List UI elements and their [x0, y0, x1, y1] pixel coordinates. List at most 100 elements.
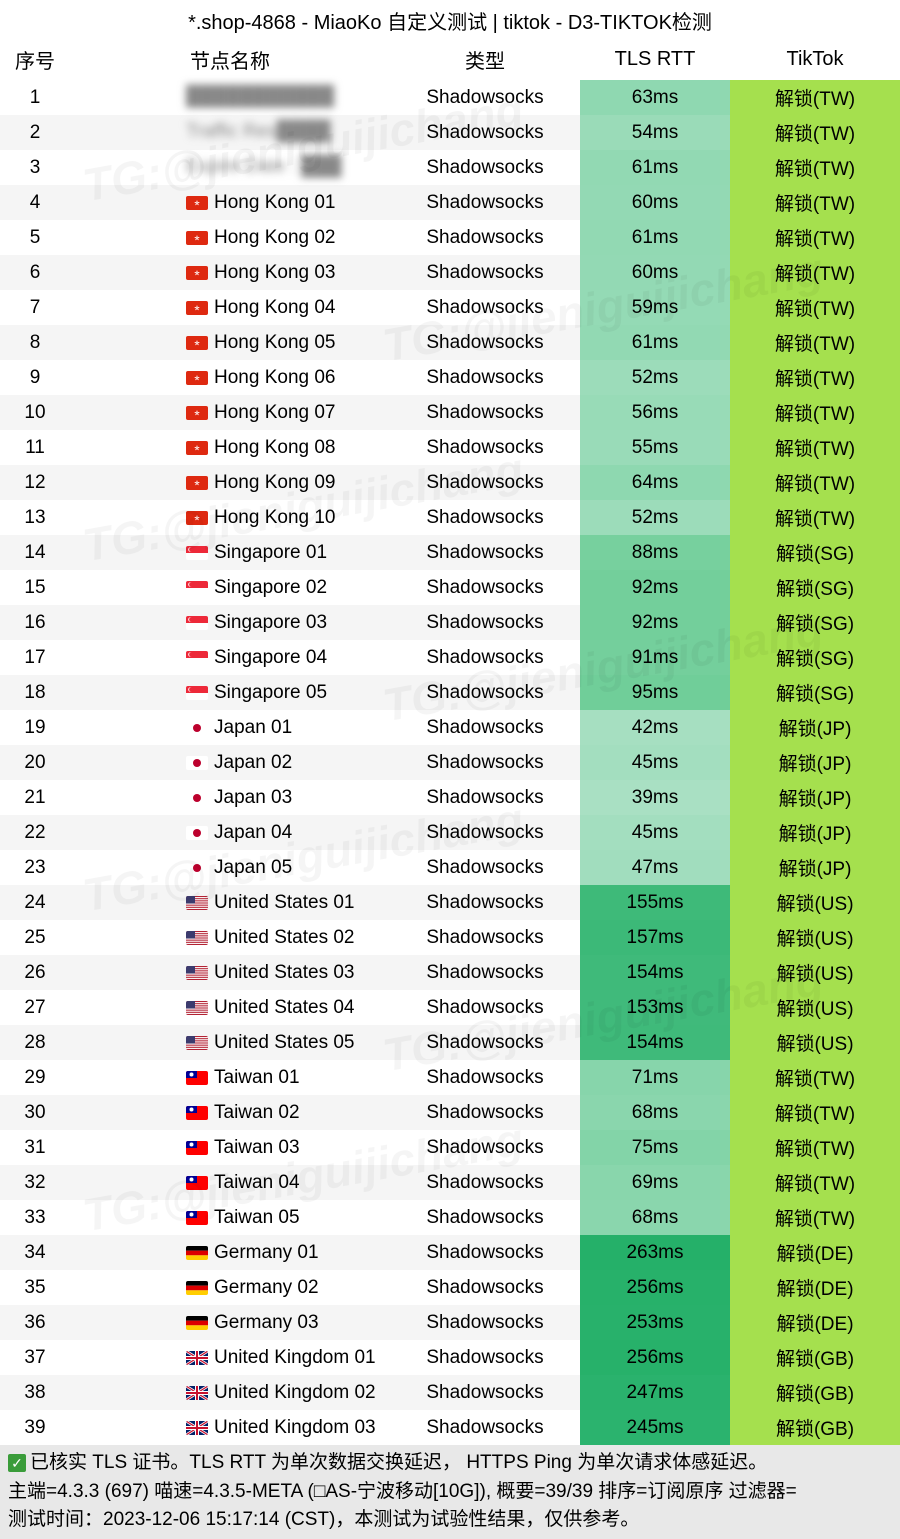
cell-tiktok: 解锁(TW) [730, 360, 900, 395]
col-header-rtt: TLS RTT [580, 39, 730, 80]
cell-type: Shadowsocks [390, 1375, 580, 1410]
cell-rtt: 153ms [580, 990, 730, 1025]
tw-flag-icon [186, 1106, 208, 1120]
cell-type: Shadowsocks [390, 745, 580, 780]
cell-tiktok: 解锁(TW) [730, 115, 900, 150]
table-row: 3Expire Date : ███Shadowsocks61ms解锁(TW) [0, 150, 900, 185]
de-flag-icon [186, 1281, 208, 1295]
table-row: 18Singapore 05Shadowsocks95ms解锁(SG) [0, 675, 900, 710]
node-label: Japan 03 [214, 787, 292, 809]
cell-type: Shadowsocks [390, 150, 580, 185]
cell-index: 4 [0, 185, 70, 220]
cell-name: United States 03 [70, 955, 390, 990]
node-label: United Kingdom 02 [214, 1382, 376, 1404]
cell-type: Shadowsocks [390, 640, 580, 675]
cell-index: 37 [0, 1340, 70, 1375]
table-row: 9Hong Kong 06Shadowsocks52ms解锁(TW) [0, 360, 900, 395]
table-row: 37United Kingdom 01Shadowsocks256ms解锁(GB… [0, 1340, 900, 1375]
node-label: Hong Kong 10 [214, 507, 336, 529]
cell-tiktok: 解锁(SG) [730, 640, 900, 675]
cell-name: Traffic Res████ [70, 115, 390, 150]
cell-tiktok: 解锁(DE) [730, 1235, 900, 1270]
cell-name: Expire Date : ███ [70, 150, 390, 185]
cell-rtt: 247ms [580, 1375, 730, 1410]
cell-tiktok: 解锁(SG) [730, 675, 900, 710]
cell-type: Shadowsocks [390, 360, 580, 395]
cell-name: Japan 05 [70, 850, 390, 885]
cell-tiktok: 解锁(SG) [730, 605, 900, 640]
table-row: 32Taiwan 04Shadowsocks69ms解锁(TW) [0, 1165, 900, 1200]
us-flag-icon [186, 966, 208, 980]
node-label: Hong Kong 08 [214, 437, 336, 459]
cell-name: Singapore 01 [70, 535, 390, 570]
cell-rtt: 45ms [580, 815, 730, 850]
hk-flag-icon [186, 371, 208, 385]
jp-flag-icon [186, 826, 208, 840]
table-row: 27United States 04Shadowsocks153ms解锁(US) [0, 990, 900, 1025]
cell-rtt: 60ms [580, 255, 730, 290]
node-label: Expire Date : ███ [186, 156, 342, 177]
cell-index: 8 [0, 325, 70, 360]
cell-index: 6 [0, 255, 70, 290]
cell-name: Japan 03 [70, 780, 390, 815]
cell-index: 26 [0, 955, 70, 990]
cell-name: Taiwan 04 [70, 1165, 390, 1200]
node-label: United States 01 [214, 892, 354, 914]
table-row: 39United Kingdom 03Shadowsocks245ms解锁(GB… [0, 1410, 900, 1445]
cell-index: 12 [0, 465, 70, 500]
cell-name: United States 05 [70, 1025, 390, 1060]
hk-flag-icon [186, 196, 208, 210]
node-label: Taiwan 01 [214, 1067, 300, 1089]
cell-rtt: 64ms [580, 465, 730, 500]
cell-index: 29 [0, 1060, 70, 1095]
cell-type: Shadowsocks [390, 920, 580, 955]
cell-type: Shadowsocks [390, 1235, 580, 1270]
table-row: 14Singapore 01Shadowsocks88ms解锁(SG) [0, 535, 900, 570]
cell-type: Shadowsocks [390, 1095, 580, 1130]
table-row: 19Japan 01Shadowsocks42ms解锁(JP) [0, 710, 900, 745]
cell-tiktok: 解锁(JP) [730, 745, 900, 780]
node-label: Traffic Res████ [186, 121, 331, 142]
table-row: 11Hong Kong 08Shadowsocks55ms解锁(TW) [0, 430, 900, 465]
node-label: Hong Kong 09 [214, 472, 336, 494]
cell-tiktok: 解锁(GB) [730, 1340, 900, 1375]
cell-tiktok: 解锁(TW) [730, 255, 900, 290]
cell-tiktok: 解锁(GB) [730, 1375, 900, 1410]
cell-name: Hong Kong 01 [70, 185, 390, 220]
cell-type: Shadowsocks [390, 885, 580, 920]
cell-rtt: 91ms [580, 640, 730, 675]
cell-rtt: 59ms [580, 290, 730, 325]
cell-index: 14 [0, 535, 70, 570]
cell-rtt: 95ms [580, 675, 730, 710]
node-label: Hong Kong 01 [214, 192, 336, 214]
cell-index: 21 [0, 780, 70, 815]
cell-name: Hong Kong 07 [70, 395, 390, 430]
jp-flag-icon [186, 756, 208, 770]
node-label: Taiwan 03 [214, 1137, 300, 1159]
cell-type: Shadowsocks [390, 220, 580, 255]
de-flag-icon [186, 1246, 208, 1260]
us-flag-icon [186, 931, 208, 945]
cell-rtt: 47ms [580, 850, 730, 885]
cell-tiktok: 解锁(GB) [730, 1410, 900, 1445]
cell-type: Shadowsocks [390, 675, 580, 710]
cell-name: Hong Kong 06 [70, 360, 390, 395]
cell-index: 11 [0, 430, 70, 465]
cell-rtt: 61ms [580, 150, 730, 185]
cell-name: United States 04 [70, 990, 390, 1025]
cell-index: 23 [0, 850, 70, 885]
cell-rtt: 245ms [580, 1410, 730, 1445]
cell-index: 31 [0, 1130, 70, 1165]
cell-tiktok: 解锁(TW) [730, 1165, 900, 1200]
hk-flag-icon [186, 511, 208, 525]
hk-flag-icon [186, 301, 208, 315]
cell-tiktok: 解锁(SG) [730, 535, 900, 570]
table-row: 35Germany 02Shadowsocks256ms解锁(DE) [0, 1270, 900, 1305]
cell-rtt: 256ms [580, 1270, 730, 1305]
cell-tiktok: 解锁(US) [730, 1025, 900, 1060]
cell-rtt: 88ms [580, 535, 730, 570]
hk-flag-icon [186, 476, 208, 490]
cell-type: Shadowsocks [390, 1305, 580, 1340]
cell-tiktok: 解锁(US) [730, 885, 900, 920]
table-row: 4Hong Kong 01Shadowsocks60ms解锁(TW) [0, 185, 900, 220]
